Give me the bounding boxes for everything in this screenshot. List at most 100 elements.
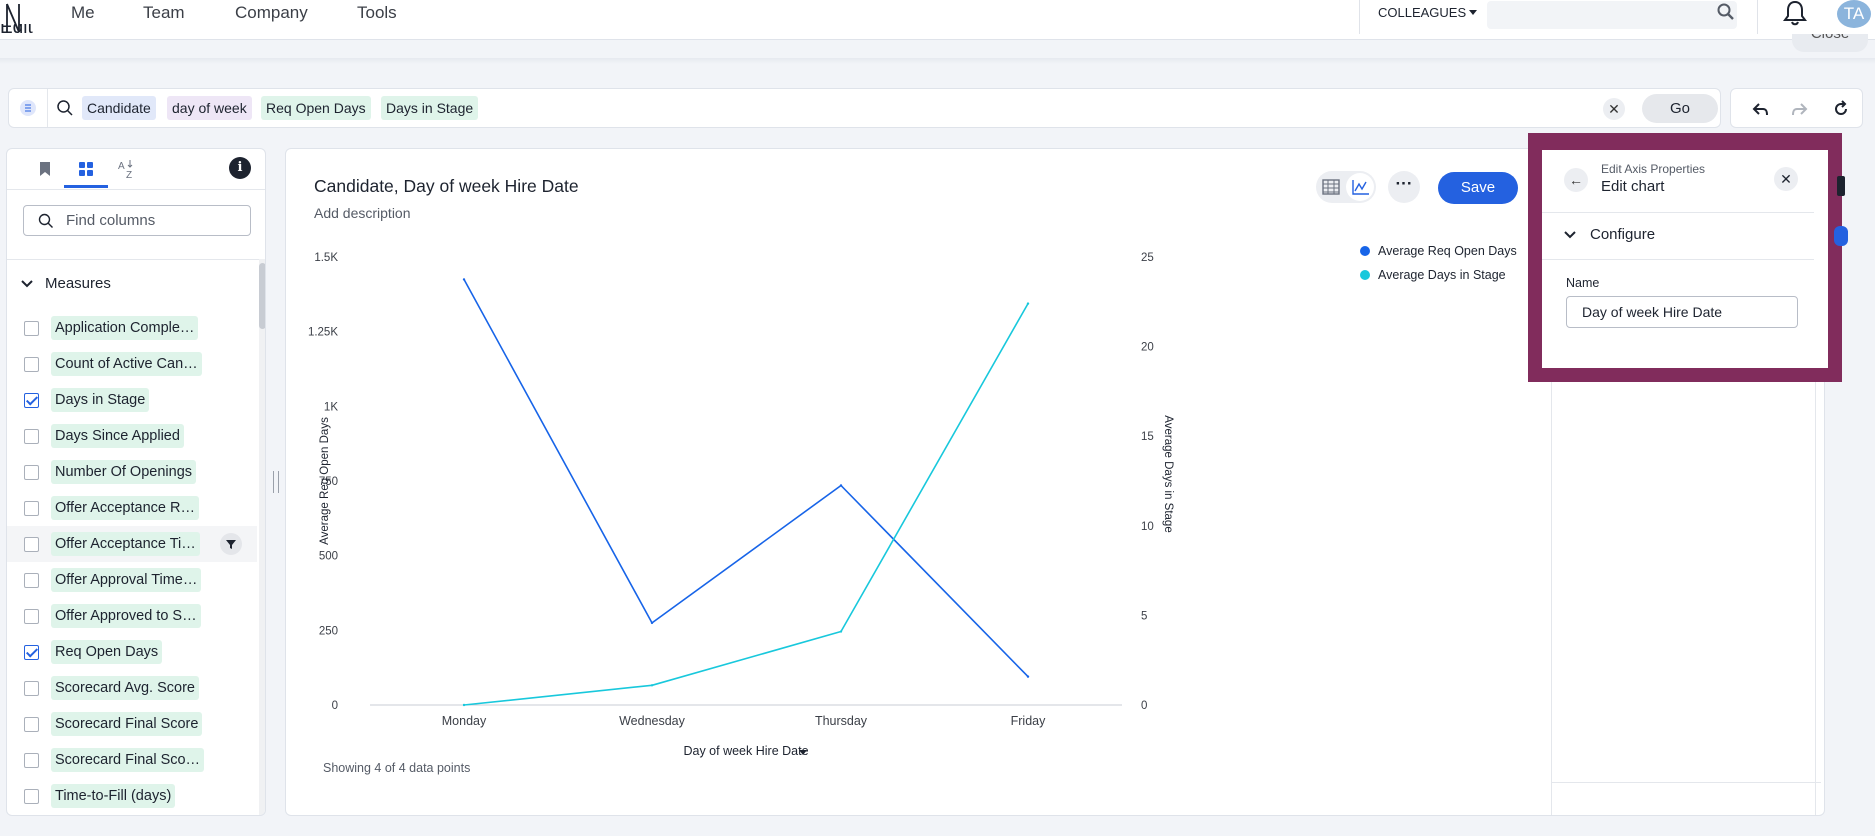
clear-search-button[interactable]: ✕ [1603, 98, 1625, 120]
column-checkbox[interactable] [24, 321, 39, 336]
menu-icon[interactable] [20, 100, 36, 116]
column-row[interactable]: Application Comple… [7, 310, 257, 346]
edit-axis-popup: ← Edit Axis Properties Edit chart ✕ Conf… [1542, 150, 1828, 368]
y-left-tick-label: 1.25K [308, 327, 338, 339]
y-left-axis-title[interactable]: Average Req Open Days [319, 417, 331, 545]
bookmark-icon[interactable] [33, 157, 57, 181]
column-row[interactable]: Days Since Applied [7, 418, 257, 454]
column-row[interactable]: Scorecard Final Sco… [7, 742, 257, 778]
nav-link-me[interactable]: Me [71, 3, 95, 23]
data-point[interactable] [462, 703, 466, 707]
column-checkbox[interactable] [24, 645, 39, 660]
find-columns-placeholder: Find columns [66, 212, 156, 229]
back-arrow-icon[interactable]: ← [1564, 168, 1588, 192]
axis-name-input[interactable]: Day of week Hire Date [1566, 296, 1798, 328]
data-point[interactable] [839, 630, 843, 633]
nav-link-team[interactable]: Team [143, 3, 185, 23]
find-columns-input[interactable]: Find columns [23, 205, 251, 236]
column-row[interactable]: Offer Approved to S… [7, 598, 257, 634]
column-row[interactable]: Time-to-Fill (days) [7, 778, 257, 814]
column-checkbox[interactable] [24, 393, 39, 408]
y-right-axis-title[interactable]: Average Days in Stage [1162, 415, 1174, 532]
column-row[interactable]: Count of Active Can… [7, 346, 257, 382]
search-token-req-open-days[interactable]: Req Open Days [261, 96, 371, 120]
column-row[interactable]: Offer Acceptance Ti… [7, 526, 257, 562]
column-checkbox[interactable] [24, 465, 39, 480]
data-point[interactable] [650, 621, 654, 625]
column-label: Offer Acceptance R… [51, 496, 199, 520]
column-checkbox[interactable] [24, 537, 39, 552]
search-token-day-of-week[interactable]: day of week [167, 96, 252, 120]
close-button[interactable]: Close [1792, 34, 1868, 52]
edge-tool-icon[interactable] [1837, 176, 1845, 196]
column-checkbox[interactable] [24, 429, 39, 444]
undo-icon[interactable] [1751, 99, 1771, 119]
column-label: Offer Approval Time… [51, 568, 202, 592]
sort-az-icon[interactable]: A Z [116, 157, 140, 181]
y-right-tick-label: 10 [1141, 521, 1154, 533]
x-axis-title[interactable]: Day of week Hire Date [683, 744, 808, 758]
y-right-tick-label: 25 [1141, 252, 1154, 264]
column-checkbox[interactable] [24, 789, 39, 804]
measures-label: Measures [45, 275, 111, 292]
column-checkbox[interactable] [24, 501, 39, 516]
column-row[interactable]: Number Of Openings [7, 454, 257, 490]
global-search-input[interactable] [1487, 1, 1737, 29]
measures-section-header[interactable]: Measures [21, 275, 111, 292]
column-label: Scorecard Avg. Score [51, 676, 199, 700]
panel-resize-handle[interactable] [273, 471, 279, 493]
avatar[interactable]: TA [1837, 0, 1871, 28]
data-point[interactable] [1026, 302, 1030, 305]
series-line-days-in-stage[interactable] [463, 303, 1029, 706]
column-row[interactable]: Scorecard Final Score [7, 706, 257, 742]
reset-icon[interactable] [1831, 99, 1851, 119]
grid-icon[interactable] [74, 157, 98, 181]
column-row[interactable]: Scorecard Avg. Score [7, 670, 257, 706]
nav-divider [1757, 0, 1758, 34]
search-token-candidate[interactable]: Candidate [82, 96, 156, 120]
column-label: Scorecard Final Sco… [51, 748, 205, 772]
info-icon[interactable]: i [229, 157, 251, 179]
data-point[interactable] [1026, 675, 1030, 678]
popup-title: Edit chart [1601, 178, 1665, 195]
series-line-req-open-days[interactable] [463, 279, 1029, 678]
column-row[interactable]: Days in Stage [7, 382, 257, 418]
redo-icon[interactable] [1789, 99, 1809, 119]
column-label: Offer Acceptance Ti… [51, 532, 200, 556]
column-label: Days in Stage [51, 388, 150, 412]
column-label: Offer Approved to S… [51, 604, 201, 628]
column-row[interactable]: Req Open Days [7, 634, 257, 670]
nav-link-tools[interactable]: Tools [357, 3, 397, 23]
column-label: Time-to-Fill (days) [51, 784, 176, 808]
column-label: Application Comple… [51, 316, 199, 340]
header-shadow [0, 58, 1875, 64]
column-row[interactable]: Offer Approval Time… [7, 562, 257, 598]
filter-icon[interactable] [220, 533, 242, 555]
search-token-days-in-stage[interactable]: Days in Stage [381, 96, 479, 120]
scrollbar-thumb[interactable] [259, 263, 265, 329]
search-icon[interactable] [1716, 2, 1736, 22]
data-point[interactable] [839, 484, 843, 487]
column-checkbox[interactable] [24, 681, 39, 696]
data-point[interactable] [650, 684, 654, 687]
nav-link-company[interactable]: Company [235, 3, 308, 23]
x-tick-label: Thursday [815, 714, 868, 728]
name-label: Name [1566, 276, 1600, 290]
page-title: Edit [0, 24, 33, 38]
settings-icon[interactable] [1834, 226, 1848, 246]
column-checkbox[interactable] [24, 609, 39, 624]
colleagues-label: COLLEAGUES [1378, 5, 1467, 20]
y-left-tick-label: 1.5K [314, 252, 338, 264]
column-checkbox[interactable] [24, 753, 39, 768]
go-button[interactable]: Go [1642, 94, 1718, 123]
chevron-down-icon [1564, 230, 1576, 238]
column-checkbox[interactable] [24, 717, 39, 732]
data-point[interactable] [462, 278, 466, 281]
close-icon[interactable]: ✕ [1774, 167, 1798, 191]
colleagues-dropdown[interactable]: COLLEAGUES [1378, 5, 1478, 20]
configure-section-header[interactable]: Configure [1564, 226, 1655, 243]
column-checkbox[interactable] [24, 357, 39, 372]
column-row[interactable]: Offer Acceptance R… [7, 490, 257, 526]
bell-icon[interactable] [1782, 0, 1808, 26]
column-checkbox[interactable] [24, 573, 39, 588]
